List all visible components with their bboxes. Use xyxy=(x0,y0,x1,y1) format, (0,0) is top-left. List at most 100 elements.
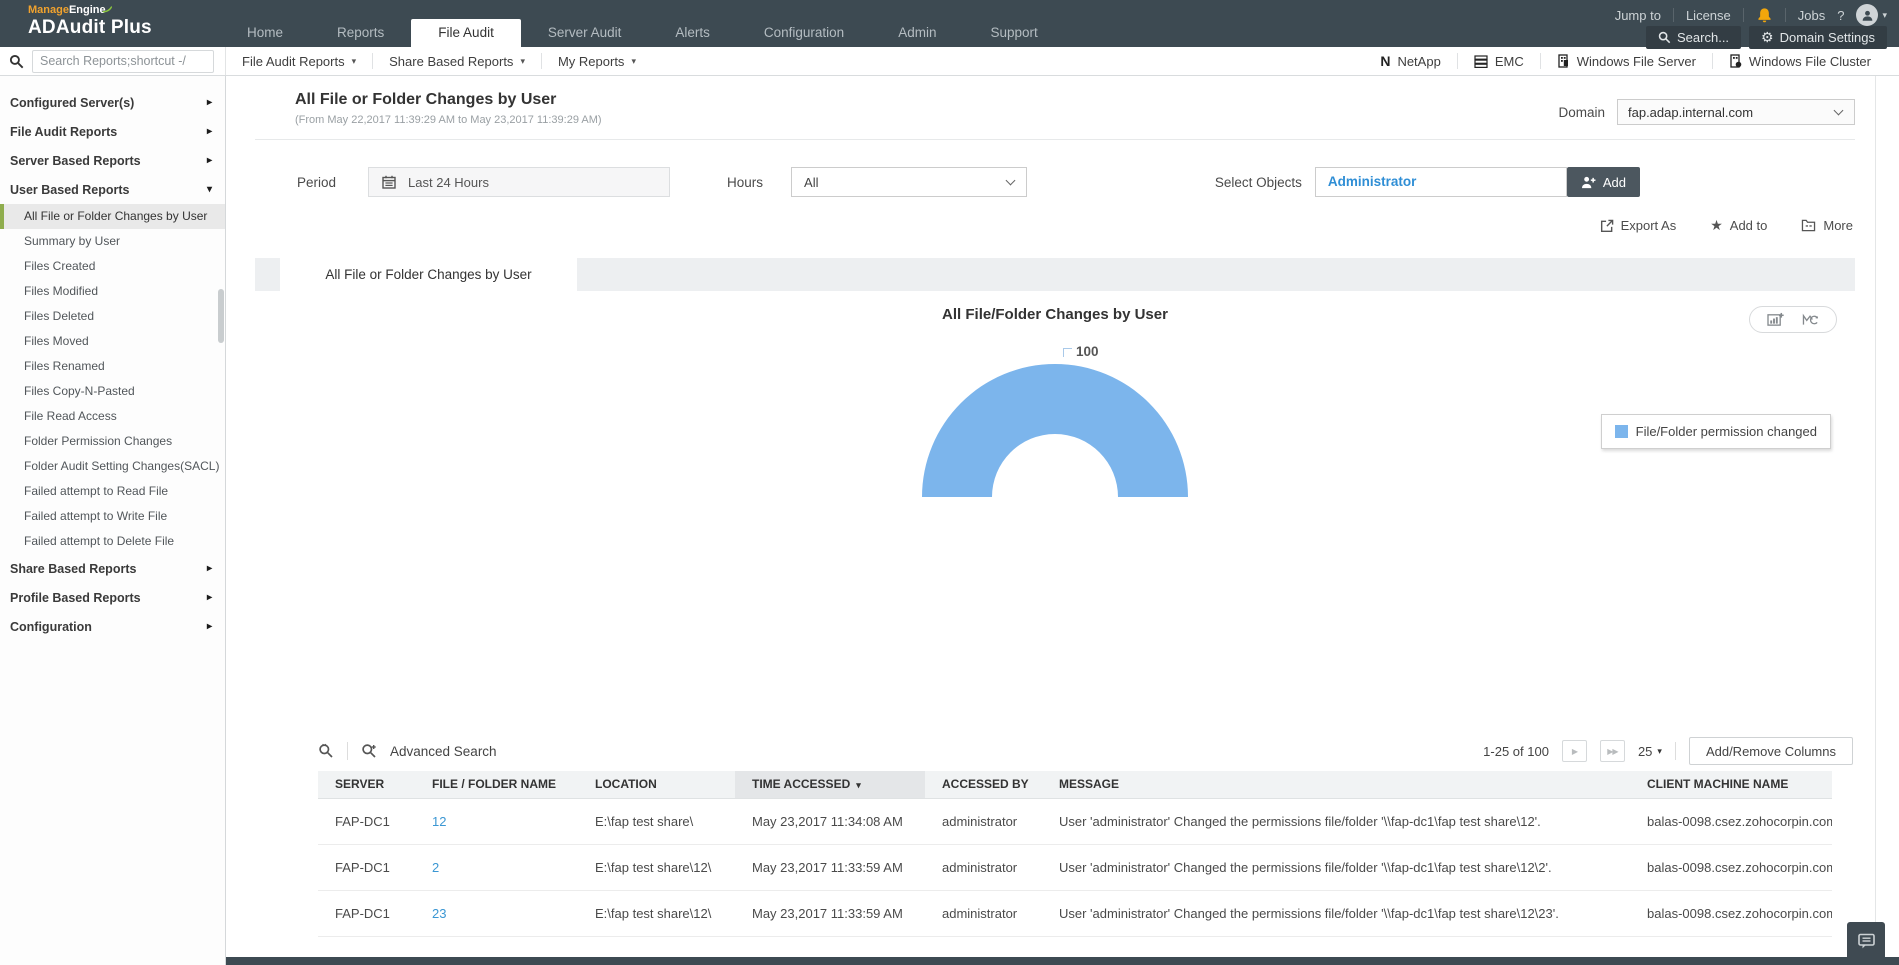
windows-file-cluster-link[interactable]: Windows File Cluster xyxy=(1713,47,1887,75)
sidebar-group-profile-based-reports[interactable]: Profile Based Reports▸ xyxy=(0,583,225,612)
domain-select[interactable]: fap.adap.internal.com xyxy=(1617,99,1855,125)
global-search-button[interactable]: Search... xyxy=(1646,26,1741,49)
advanced-search-label[interactable]: Advanced Search xyxy=(390,744,497,759)
more-options-button[interactable]: More xyxy=(1801,218,1853,233)
add-chart-icon[interactable] xyxy=(1767,312,1784,327)
nav-tab-configuration[interactable]: Configuration xyxy=(737,19,871,47)
column-header-location[interactable]: LOCATION xyxy=(578,771,735,798)
column-header-server[interactable]: SERVER xyxy=(318,771,415,798)
sidebar-item-summary-by-user[interactable]: Summary by User xyxy=(0,229,225,254)
export-icon xyxy=(1600,219,1614,233)
column-header-client-machine-name[interactable]: CLIENT MACHINE NAME xyxy=(1630,771,1832,798)
emc-link[interactable]: EMC xyxy=(1458,47,1540,75)
advanced-search-icon[interactable] xyxy=(361,743,377,759)
sidebar-item-failed-attempt-to-read-file[interactable]: Failed attempt to Read File xyxy=(0,479,225,504)
add-object-button[interactable]: Add xyxy=(1567,167,1640,197)
help-link[interactable]: ? xyxy=(1837,8,1844,23)
report-search-input[interactable] xyxy=(32,50,214,73)
adaudit-plus-app: ManageEngine) ADAudit Plus Home Reports … xyxy=(0,0,1899,965)
column-header-accessed-by[interactable]: ACCESSED BY xyxy=(925,771,1042,798)
period-picker[interactable]: Last 24 Hours xyxy=(368,167,670,197)
add-user-icon xyxy=(1581,176,1596,189)
user-account-menu[interactable]: ▾ xyxy=(1856,4,1887,26)
sidebar-group-share-based-reports[interactable]: Share Based Reports▸ xyxy=(0,554,225,583)
divider xyxy=(1785,8,1786,22)
chevron-down-icon: ▾ xyxy=(1657,746,1662,757)
chevron-right-icon: ▸ xyxy=(207,563,212,574)
sidebar-item-failed-attempt-to-delete-file[interactable]: Failed attempt to Delete File xyxy=(0,529,225,554)
sidebar-item-folder-permission-changes[interactable]: Folder Permission Changes xyxy=(0,429,225,454)
netapp-icon: N xyxy=(1380,53,1390,69)
cell-accessed-by: administrator xyxy=(925,844,1042,890)
sidebar-group-configuration[interactable]: Configuration▸ xyxy=(0,612,225,641)
chevron-down-icon: ▾ xyxy=(520,56,525,67)
chat-bubble-icon xyxy=(1857,932,1876,950)
table-row: FAP-DC1 12 E:\fap test share\ May 23,201… xyxy=(318,798,1832,844)
chart-title: All File/Folder Changes by User xyxy=(255,291,1855,323)
add-to-favorites-button[interactable]: ★ Add to xyxy=(1710,218,1767,233)
sidebar-group-configured-servers[interactable]: Configured Server(s)▸ xyxy=(0,88,225,117)
add-remove-columns-button[interactable]: Add/Remove Columns xyxy=(1689,737,1853,765)
pagination-range: 1-25 of 100 xyxy=(1483,744,1549,759)
notifications-bell-icon[interactable] xyxy=(1756,7,1773,24)
tab-all-file-or-folder-changes-by-user[interactable]: All File or Folder Changes by User xyxy=(280,258,577,291)
sidebar-item-all-file-or-folder-changes-by-user[interactable]: All File or Folder Changes by User xyxy=(0,204,225,229)
sidebar-item-files-renamed[interactable]: Files Renamed xyxy=(0,354,225,379)
nav-tab-server-audit[interactable]: Server Audit xyxy=(521,19,649,47)
sidebar-item-files-deleted[interactable]: Files Deleted xyxy=(0,304,225,329)
donut-slice[interactable] xyxy=(915,357,1195,509)
export-as-button[interactable]: Export As xyxy=(1600,218,1677,233)
page-title: All File or Folder Changes by User xyxy=(295,91,602,109)
nav-tab-home[interactable]: Home xyxy=(220,19,310,47)
next-page-button[interactable]: ▶ xyxy=(1562,740,1587,762)
hours-select[interactable]: All xyxy=(791,167,1027,197)
domain-settings-button[interactable]: ⚙ Domain Settings xyxy=(1749,26,1887,49)
nav-tab-reports[interactable]: Reports xyxy=(310,19,411,47)
nav-tab-alerts[interactable]: Alerts xyxy=(648,19,737,47)
sidebar-item-folder-audit-setting-changes-sacl[interactable]: Folder Audit Setting Changes(SACL) xyxy=(0,454,225,479)
last-page-button[interactable]: ▶▶ xyxy=(1600,740,1625,762)
sidebar-item-files-created[interactable]: Files Created xyxy=(0,254,225,279)
column-search-icon[interactable] xyxy=(318,743,334,759)
netapp-link[interactable]: NNetApp xyxy=(1364,47,1457,75)
sidebar-item-failed-attempt-to-write-file[interactable]: Failed attempt to Write File xyxy=(0,504,225,529)
file-link[interactable]: 23 xyxy=(432,906,446,921)
nav-tab-file-audit[interactable]: File Audit xyxy=(411,19,521,47)
sidebar-scrollbar-thumb[interactable] xyxy=(218,289,224,343)
chart-tools xyxy=(1749,306,1837,333)
menu-my-reports[interactable]: My Reports▾ xyxy=(542,47,652,75)
cell-time-accessed: May 23,2017 11:33:59 AM xyxy=(735,844,925,890)
sidebar-item-files-copy-n-pasted[interactable]: Files Copy-N-Pasted xyxy=(0,379,225,404)
report-tabstrip: All File or Folder Changes by User xyxy=(255,258,1855,291)
server-type-links: NNetApp EMC Windows File Server Windows … xyxy=(1364,47,1887,75)
windows-file-server-link[interactable]: Windows File Server xyxy=(1541,47,1712,75)
sidebar-item-files-modified[interactable]: Files Modified xyxy=(0,279,225,304)
jobs-link[interactable]: Jobs xyxy=(1798,8,1825,23)
right-scrollbar-gutter[interactable] xyxy=(1875,76,1899,965)
chart-legend[interactable]: File/Folder permission changed xyxy=(1601,414,1831,449)
jump-to-link[interactable]: Jump to xyxy=(1615,8,1661,23)
refresh-chart-icon[interactable] xyxy=(1802,312,1819,327)
nav-tab-admin[interactable]: Admin xyxy=(871,19,963,47)
grid-toolbar: Advanced Search 1-25 of 100 ▶ ▶▶ 25 ▾ Ad… xyxy=(318,731,1853,771)
bottom-scrollbar-bar[interactable] xyxy=(226,957,1899,965)
menu-share-based-reports[interactable]: Share Based Reports▾ xyxy=(373,47,541,75)
select-objects-input[interactable]: Administrator xyxy=(1315,167,1567,197)
feedback-chat-button[interactable] xyxy=(1847,922,1885,960)
sidebar-item-file-read-access[interactable]: File Read Access xyxy=(0,404,225,429)
menu-file-audit-reports[interactable]: File Audit Reports▾ xyxy=(226,47,372,75)
nav-tab-support[interactable]: Support xyxy=(963,19,1064,47)
license-link[interactable]: License xyxy=(1686,8,1731,23)
column-header-file-folder-name[interactable]: FILE / FOLDER NAME xyxy=(415,771,578,798)
sidebar-group-server-based-reports[interactable]: Server Based Reports▸ xyxy=(0,146,225,175)
top-header: ManageEngine) ADAudit Plus Home Reports … xyxy=(0,0,1899,47)
sidebar-group-user-based-reports[interactable]: User Based Reports▾ xyxy=(0,175,225,204)
file-link[interactable]: 2 xyxy=(432,860,439,875)
page-size-select[interactable]: 25 ▾ xyxy=(1638,744,1662,759)
column-header-message[interactable]: MESSAGE xyxy=(1042,771,1630,798)
column-header-time-accessed[interactable]: TIME ACCESSED▾ xyxy=(735,771,925,798)
sidebar-group-file-audit-reports[interactable]: File Audit Reports▸ xyxy=(0,117,225,146)
file-link[interactable]: 12 xyxy=(432,814,446,829)
sidebar-item-files-moved[interactable]: Files Moved xyxy=(0,329,225,354)
report-header: All File or Folder Changes by User (From… xyxy=(255,76,1855,140)
